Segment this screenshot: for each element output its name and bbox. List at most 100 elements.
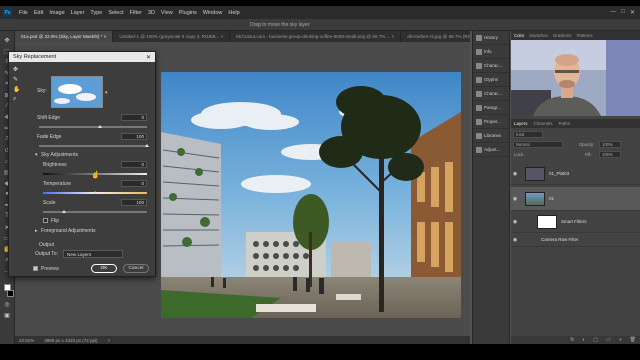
dock-paragraph[interactable]: Paragr... bbox=[473, 101, 509, 115]
options-hint: Drag to move the sky layer bbox=[250, 21, 310, 28]
ok-button[interactable]: OK bbox=[91, 264, 117, 273]
dialog-zoom-tool-icon[interactable]: ⌕ bbox=[13, 96, 20, 103]
fade-edge-value[interactable]: 100 bbox=[121, 133, 147, 140]
scale-slider[interactable] bbox=[43, 211, 147, 213]
temperature-label: Temperature bbox=[43, 181, 72, 187]
dock-properties[interactable]: Proper... bbox=[473, 115, 509, 129]
dock-character[interactable]: Charac... bbox=[473, 59, 509, 73]
sky-adjustments-toggle-icon[interactable]: ▾ bbox=[35, 152, 38, 158]
close-icon[interactable]: ✕ bbox=[630, 9, 635, 16]
visibility-eye-icon[interactable]: ◉ bbox=[511, 171, 519, 177]
temperature-slider-handle[interactable] bbox=[93, 191, 97, 194]
fade-edge-slider[interactable] bbox=[39, 145, 147, 147]
layer-row-camera-raw-filter[interactable]: ◉ Camera Raw Filter bbox=[511, 233, 640, 247]
menu-image[interactable]: Image bbox=[46, 10, 67, 16]
dialog-title-bar[interactable]: Sky Replacement ✕ bbox=[9, 52, 155, 62]
dock-adjustments[interactable]: Adjust... bbox=[473, 143, 509, 157]
menu-window[interactable]: Window bbox=[200, 10, 226, 16]
brightness-value[interactable]: 0 bbox=[121, 161, 147, 168]
menu-filter[interactable]: Filter bbox=[127, 10, 145, 16]
dialog-move-tool-icon[interactable]: ✥ bbox=[13, 66, 20, 73]
dock-libraries[interactable]: Libraries bbox=[473, 129, 509, 143]
output-heading: Output bbox=[39, 242, 55, 248]
dock-character-label: Charac... bbox=[484, 63, 503, 68]
maximize-icon[interactable]: □ bbox=[621, 9, 625, 16]
new-layer-icon[interactable]: + bbox=[619, 337, 622, 343]
scale-value[interactable]: 100 bbox=[121, 199, 147, 206]
move-tool-icon[interactable]: ✥ bbox=[2, 36, 12, 44]
dock-character-styles-label: Charac... bbox=[484, 91, 503, 96]
tab-channels[interactable]: Channels bbox=[534, 121, 553, 126]
shift-edge-slider[interactable] bbox=[39, 126, 147, 128]
shift-edge-slider-handle[interactable] bbox=[98, 125, 102, 128]
dock-character-styles[interactable]: Charac... bbox=[473, 87, 509, 101]
menu-help[interactable]: Help bbox=[225, 10, 242, 16]
properties-icon bbox=[476, 118, 482, 125]
fade-edge-slider-handle[interactable] bbox=[145, 144, 149, 147]
fill-value[interactable]: 100% bbox=[599, 151, 621, 158]
menu-select[interactable]: Select bbox=[105, 10, 126, 16]
tab-patterns[interactable]: Patterns bbox=[577, 33, 593, 38]
menu-plugins[interactable]: Plugins bbox=[176, 10, 200, 16]
foreground-adjustments-heading[interactable]: Foreground Adjustments bbox=[41, 228, 95, 234]
delete-layer-icon[interactable]: 🗑 bbox=[630, 337, 636, 343]
flip-checkbox[interactable] bbox=[43, 218, 48, 223]
foreground-adjustments-toggle-icon[interactable]: ▸ bbox=[35, 228, 38, 234]
dialog-close-icon[interactable]: ✕ bbox=[146, 54, 151, 61]
tab-swatches[interactable]: Swatches bbox=[529, 33, 548, 38]
zoom-level[interactable]: 22.91% bbox=[19, 338, 34, 343]
layer-row-smart-filters[interactable]: ◉ Smart Filters bbox=[511, 211, 640, 233]
visibility-eye-icon[interactable]: ◉ bbox=[511, 196, 519, 202]
quick-mask-icon[interactable]: ◎ bbox=[2, 300, 12, 308]
menu-type[interactable]: Type bbox=[87, 10, 105, 16]
tab-layers[interactable]: Layers bbox=[514, 121, 528, 126]
sky-adjustments-heading[interactable]: Sky Adjustments bbox=[41, 152, 78, 158]
document-canvas-image[interactable] bbox=[161, 72, 461, 318]
menu-file[interactable]: File bbox=[16, 10, 31, 16]
preview-checkbox[interactable] bbox=[33, 266, 38, 271]
adjustment-layer-icon[interactable]: ▭ bbox=[606, 337, 611, 343]
tab-dirt-before[interactable]: dirt-before-r2.jpg @ 66.7% (RGB/8... × bbox=[401, 31, 470, 42]
new-group-icon[interactable]: ▢ bbox=[593, 337, 598, 343]
minimize-icon[interactable]: — bbox=[610, 9, 616, 16]
status-expand-icon[interactable]: > bbox=[108, 338, 111, 343]
menu-view[interactable]: View bbox=[158, 10, 176, 16]
menu-edit[interactable]: Edit bbox=[31, 10, 46, 16]
brightness-label: Brightness bbox=[43, 162, 67, 168]
layer-row-01-plat03[interactable]: ◉ 01_Plat03 bbox=[511, 163, 640, 185]
tab-01-psd[interactable]: 01a.psd @ 22.9% (Sky, Layer Mask/8) * × bbox=[15, 31, 114, 42]
temperature-value[interactable]: 0 bbox=[121, 180, 147, 187]
tab-untitled-1[interactable]: Untitled-1 @ 100% (grayscale II copy 3, … bbox=[113, 31, 231, 42]
fill-label: Fill: bbox=[585, 152, 592, 157]
tab-color[interactable]: Color bbox=[514, 33, 524, 38]
add-style-icon[interactable]: fx bbox=[570, 337, 574, 343]
background-color-swatch[interactable] bbox=[6, 290, 14, 297]
dialog-hand-tool-icon[interactable]: ✋ bbox=[13, 86, 20, 93]
screen-mode-icon[interactable]: ▣ bbox=[2, 311, 12, 319]
sky-preset-thumbnail[interactable] bbox=[51, 76, 103, 108]
tab-paths[interactable]: Paths bbox=[559, 121, 571, 126]
menu-layer[interactable]: Layer bbox=[68, 10, 88, 16]
scale-slider-handle[interactable] bbox=[62, 210, 66, 213]
opacity-label: Opacity: bbox=[579, 142, 595, 147]
tab-gradients[interactable]: Gradients bbox=[553, 33, 572, 38]
tab-mrcutout[interactable]: MrCutout.com - business-group-drinking-c… bbox=[230, 31, 402, 42]
sky-replacement-dialog[interactable]: Sky Replacement ✕ ✥ ✎ ✋ ⌕ Sky: ▾ Shift E… bbox=[8, 51, 156, 277]
dock-info[interactable]: Info bbox=[473, 45, 509, 59]
shift-edge-value[interactable]: 0 bbox=[121, 114, 147, 121]
cancel-button[interactable]: Cancel bbox=[123, 264, 149, 273]
visibility-eye-icon[interactable]: ◉ bbox=[511, 219, 519, 225]
blend-mode-select[interactable]: Normal bbox=[513, 141, 563, 148]
dock-history[interactable]: History bbox=[473, 31, 509, 45]
dock-glyphs[interactable]: Glyphs bbox=[473, 73, 509, 87]
layer-row-01[interactable]: ◉ 01 bbox=[511, 187, 640, 211]
layer-filter-kind[interactable]: Kind bbox=[513, 131, 543, 138]
visibility-eye-icon[interactable]: ◉ bbox=[511, 237, 519, 243]
opacity-value[interactable]: 100% bbox=[599, 141, 621, 148]
menu-3d[interactable]: 3D bbox=[145, 10, 158, 16]
options-bar: Drag to move the sky layer bbox=[0, 19, 640, 31]
dialog-brush-tool-icon[interactable]: ✎ bbox=[13, 76, 20, 83]
output-to-select[interactable]: New Layers bbox=[63, 250, 123, 258]
sky-preset-dropdown-icon[interactable]: ▾ bbox=[105, 90, 108, 96]
add-mask-icon[interactable]: ◐ bbox=[582, 337, 585, 343]
